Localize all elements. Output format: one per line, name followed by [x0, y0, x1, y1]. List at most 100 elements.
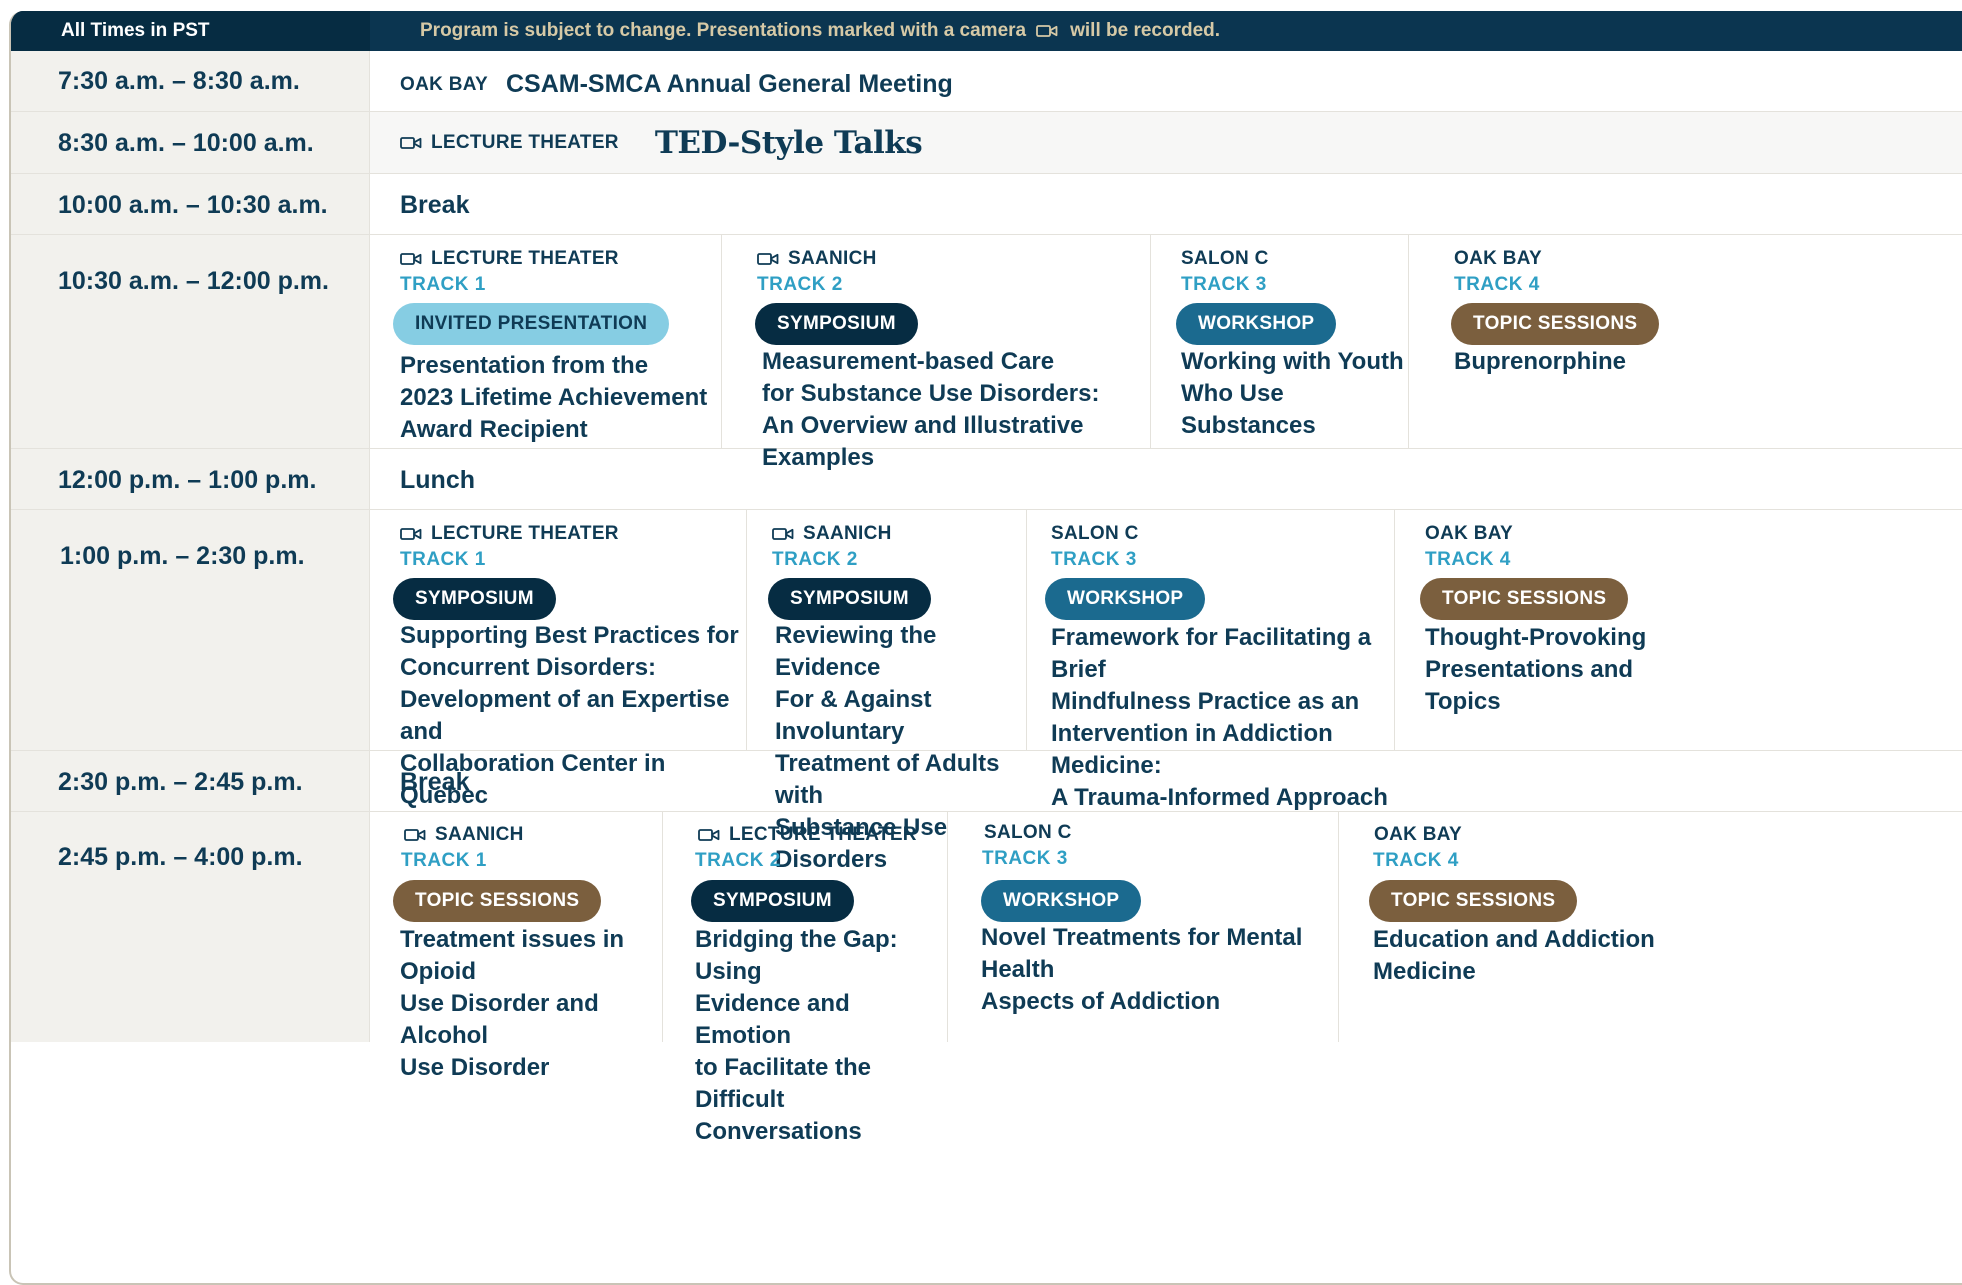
camera-icon: [400, 252, 422, 266]
time-cell: 8:30 a.m. – 10:00 a.m.: [11, 112, 370, 173]
session-cell[interactable]: SALON C TRACK 3 WORKSHOP Novel Treatment…: [947, 812, 1338, 1042]
title-line: Conversations: [695, 1118, 862, 1145]
session-cell[interactable]: SAANICH TRACK 2 SYMPOSIUM Measurement-ba…: [721, 235, 1150, 471]
break-title: Break: [400, 768, 470, 796]
room-label: SAANICH: [788, 248, 877, 269]
program-note-part3: will be recorded.: [1070, 20, 1221, 41]
schedule-row: 1:00 p.m. – 2:30 p.m. LECTURE THEATER TR…: [11, 510, 1962, 873]
title-line: Presentation from the: [400, 352, 649, 379]
room-label: SALON C: [1181, 248, 1269, 269]
time-cell: 10:30 a.m. – 12:00 p.m.: [11, 235, 370, 448]
track-label: TRACK 4: [1454, 274, 1540, 295]
track-label: TRACK 3: [1051, 549, 1137, 570]
title-line: Novel Treatments for Mental Health: [981, 924, 1303, 983]
room-label: LECTURE THEATER: [729, 824, 917, 845]
title-line: Aspects of Addiction: [981, 988, 1221, 1015]
time-label: 2:30 p.m. – 2:45 p.m.: [58, 768, 303, 796]
ted-talks-title: TED-Style Talks: [654, 125, 923, 161]
session-type-badge: SYMPOSIUM: [768, 578, 931, 620]
title-line: Thought-Provoking: [1425, 624, 1647, 651]
session-type-badge: WORKSHOP: [1045, 578, 1206, 620]
schedule-row: 10:30 a.m. – 12:00 p.m. LECTURE THEATER …: [11, 235, 1962, 471]
title-line: for Substance Use Disorders:: [762, 380, 1100, 407]
time-cell: 12:00 p.m. – 1:00 p.m.: [11, 449, 370, 509]
session-cell[interactable]: LECTURE THEATER TRACK 1 INVITED PRESENTA…: [370, 235, 721, 448]
title-line: to Facilitate the Difficult: [695, 1054, 872, 1113]
track-label: TRACK 2: [757, 274, 843, 295]
title-line: Concurrent Disorders:: [400, 654, 657, 681]
session-type-badge: SYMPOSIUM: [755, 303, 918, 345]
room-label-row: LECTURE THEATER: [400, 132, 619, 154]
title-line: Education and Addiction: [1373, 926, 1655, 953]
session-title[interactable]: Treatment issues in Opioid Use Disorder …: [400, 924, 662, 1084]
title-line: Buprenorphine: [1454, 348, 1626, 375]
room-label: LECTURE THEATER: [431, 248, 619, 269]
camera-icon: [400, 136, 422, 150]
time-label: 12:00 p.m. – 1:00 p.m.: [58, 466, 317, 494]
time-label: 10:30 a.m. – 12:00 p.m.: [58, 267, 329, 295]
session-title: CSAM-SMCA Annual General Meeting: [505, 70, 953, 98]
title-line: Presentations and: [1425, 656, 1634, 683]
time-cell: 2:45 p.m. – 4:00 p.m.: [11, 812, 370, 1042]
title-line: Measurement-based Care: [762, 348, 1055, 375]
schedule-row: 2:30 p.m. – 2:45 p.m. Break: [11, 751, 1962, 812]
session-title[interactable]: Thought-Provoking Presentations and Topi…: [1425, 622, 1646, 718]
schedule-row: 8:30 a.m. – 10:00 a.m. LECTURE THEATER T…: [11, 112, 1962, 174]
session-cell[interactable]: SAANICH TRACK 1 TOPIC SESSIONS Treatment…: [370, 812, 662, 1081]
time-cell: 2:30 p.m. – 2:45 p.m.: [11, 751, 370, 811]
track-label: TRACK 2: [695, 850, 781, 871]
lunch-title: Lunch: [400, 466, 475, 494]
session-type-badge: TOPIC SESSIONS: [1420, 578, 1629, 620]
room-label: LECTURE THEATER: [431, 132, 619, 153]
track-label: TRACK 4: [1373, 850, 1459, 871]
session-title[interactable]: Bridging the Gap: Using Evidence and Emo…: [695, 924, 947, 1148]
session-cell[interactable]: SALON C TRACK 3 WORKSHOP Working with Yo…: [1150, 235, 1408, 448]
track-label: TRACK 1: [400, 274, 486, 295]
timezone-label: All Times in PST: [11, 11, 370, 51]
title-line: 2023 Lifetime Achievement: [400, 384, 708, 411]
title-line: Use Disorder: [400, 1054, 550, 1081]
room-label: OAK BAY: [1374, 824, 1462, 845]
room-label: LECTURE THEATER: [431, 523, 619, 544]
session-title[interactable]: Novel Treatments for Mental Health Aspec…: [981, 922, 1338, 1018]
schedule-row: 12:00 p.m. – 1:00 p.m. Lunch: [11, 449, 1962, 510]
title-line: Supporting Best Practices for: [400, 622, 739, 649]
title-line: Award Recipient: [400, 416, 588, 443]
break-title: Break: [400, 191, 470, 219]
room-label: OAK BAY: [400, 73, 488, 95]
track-label: TRACK 3: [982, 848, 1068, 869]
session-type-badge: SYMPOSIUM: [691, 880, 854, 922]
session-title[interactable]: Presentation from the 2023 Lifetime Achi…: [400, 350, 707, 446]
program-note-part1: Program is subject to change.: [420, 20, 692, 41]
program-note-part2: Presentations marked with a camera: [696, 20, 1027, 41]
session-cell[interactable]: OAK BAY TRACK 4 TOPIC SESSIONS Education…: [1338, 812, 1962, 1042]
track-label: TRACK 1: [401, 850, 487, 871]
session-cell[interactable]: LECTURE THEATER TRACK 1 SYMPOSIUM Suppor…: [370, 510, 746, 809]
title-line: Topics: [1425, 688, 1501, 715]
time-label: 7:30 a.m. – 8:30 a.m.: [58, 67, 300, 95]
camera-icon: [698, 828, 720, 842]
title-line: Evidence and Emotion: [695, 990, 850, 1049]
schedule-row: 10:00 a.m. – 10:30 a.m. Break: [11, 174, 1962, 235]
session-cell[interactable]: LECTURE THEATER TRACK 2 SYMPOSIUM Bridgi…: [662, 812, 947, 1145]
session-title[interactable]: Buprenorphine: [1454, 346, 1626, 378]
session-cell[interactable]: SAANICH TRACK 2 SYMPOSIUM Reviewing the …: [746, 510, 1026, 873]
room-label: OAK BAY: [1454, 248, 1542, 269]
time-label: 2:45 p.m. – 4:00 p.m.: [58, 843, 303, 871]
schedule-row: 2:45 p.m. – 4:00 p.m. SAANICH TRACK 1 TO…: [11, 812, 1962, 1145]
session-title[interactable]: Working with Youth Who Use Substances: [1181, 346, 1408, 442]
room-label: SAANICH: [803, 523, 892, 544]
time-label: 8:30 a.m. – 10:00 a.m.: [58, 129, 314, 157]
session-cell[interactable]: OAK BAY TRACK 4 TOPIC SESSIONS Thought-P…: [1394, 510, 1962, 750]
time-cell: 1:00 p.m. – 2:30 p.m.: [11, 510, 370, 750]
title-line: Use Disorder and Alcohol: [400, 990, 599, 1049]
title-line: Treatment issues in Opioid: [400, 926, 625, 985]
session-cell[interactable]: OAK BAY TRACK 4 TOPIC SESSIONS Buprenorp…: [1408, 235, 1962, 448]
title-line: Framework for Facilitating a Brief: [1051, 624, 1372, 683]
track-label: TRACK 4: [1425, 549, 1511, 570]
schedule-row: 7:30 a.m. – 8:30 a.m. OAK BAY CSAM-SMCA …: [11, 51, 1962, 112]
schedule-table: All Times in PST Program is subject to c…: [9, 11, 1962, 1285]
session-title[interactable]: Education and Addiction Medicine: [1373, 924, 1655, 988]
session-type-badge: INVITED PRESENTATION: [393, 303, 670, 345]
session-cell[interactable]: SALON C TRACK 3 WORKSHOP Framework for F…: [1026, 510, 1394, 811]
